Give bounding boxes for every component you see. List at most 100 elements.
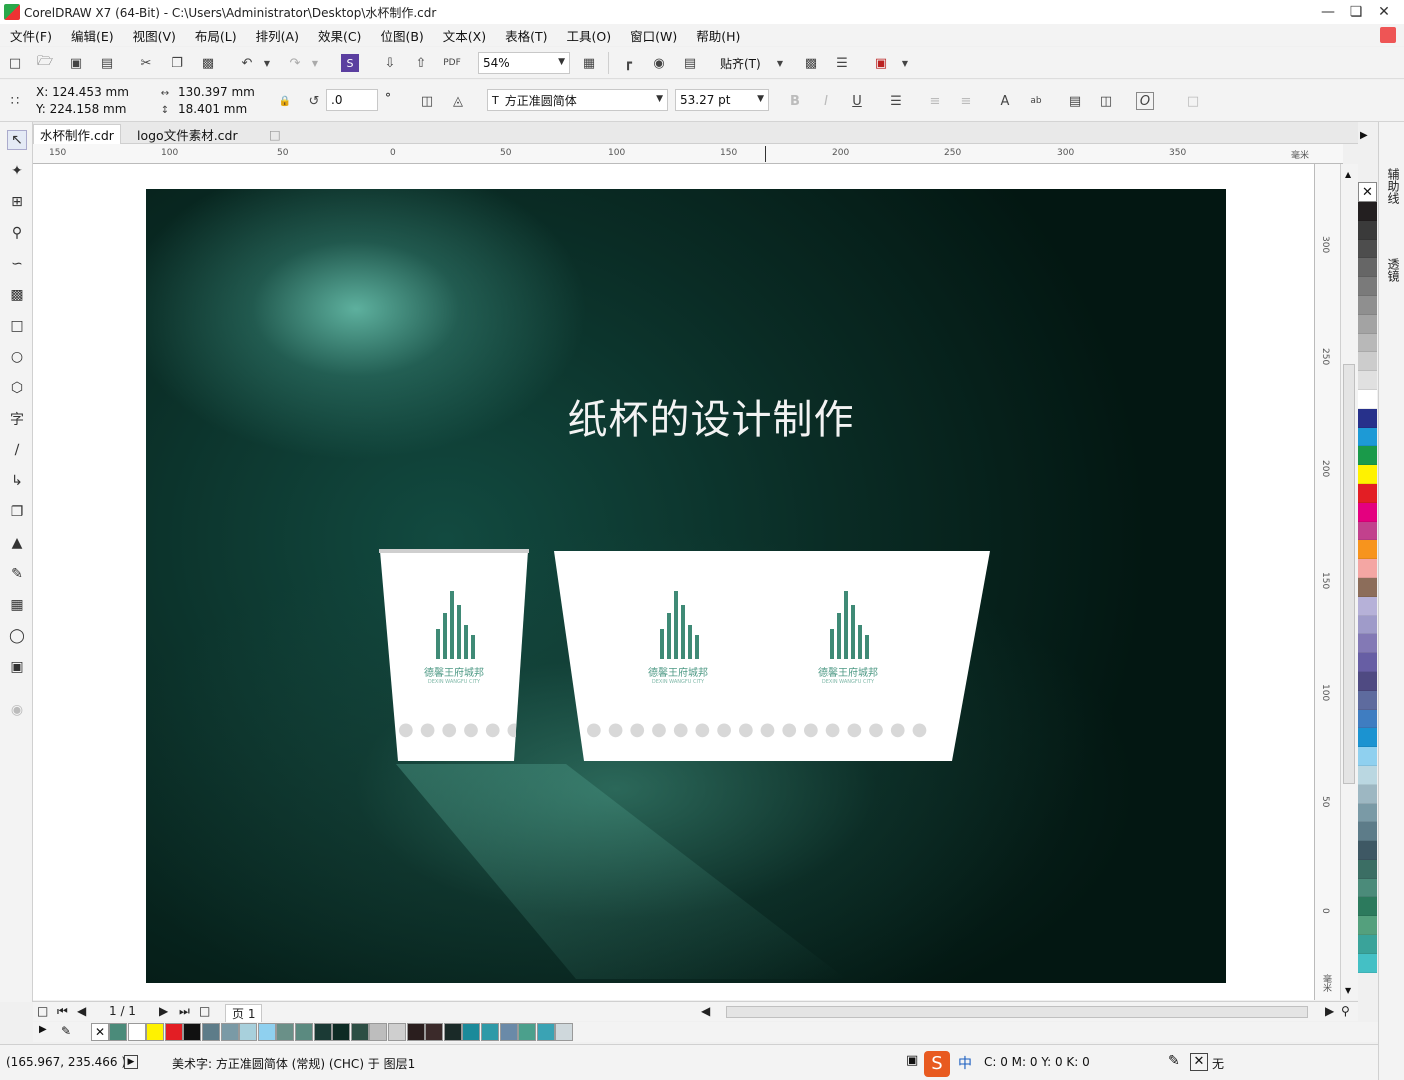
- smart-fill-tool-icon[interactable]: ▩: [7, 285, 27, 305]
- vertical-scroll-thumb[interactable]: [1343, 364, 1355, 784]
- full-screen-icon[interactable]: ▦: [580, 54, 598, 72]
- color-swatch[interactable]: [1358, 258, 1377, 278]
- color-swatch[interactable]: [1358, 502, 1377, 522]
- document-color-swatch[interactable]: [146, 1023, 165, 1041]
- drop-cap-icon[interactable]: ≡: [957, 92, 975, 110]
- logo-template-right[interactable]: 德馨王府城邦 DEXIN WANGFU CITY: [808, 585, 888, 685]
- document-color-swatch[interactable]: [369, 1023, 388, 1041]
- publish-pdf-icon[interactable]: PDF: [443, 54, 461, 72]
- logo-template-left[interactable]: 德馨王府城邦 DEXIN WANGFU CITY: [638, 585, 718, 685]
- color-swatch[interactable]: [1358, 747, 1377, 766]
- close-button[interactable]: ✕: [1370, 0, 1398, 24]
- y-position-field[interactable]: Y: 224.158 mm: [36, 102, 126, 116]
- page-tab-1[interactable]: 页 1: [225, 1004, 263, 1023]
- drop-shadow-tool-icon[interactable]: ❐: [7, 502, 27, 522]
- outline-tool-icon[interactable]: ▣: [7, 657, 27, 677]
- new-tab-icon[interactable]: □: [263, 124, 287, 144]
- color-swatch[interactable]: [1358, 916, 1377, 936]
- view-options-icon[interactable]: ◉: [650, 54, 668, 72]
- color-swatch[interactable]: [1358, 239, 1377, 259]
- document-color-swatch[interactable]: [406, 1023, 425, 1041]
- color-swatch[interactable]: [1358, 540, 1377, 560]
- expand-status-icon[interactable]: ▶: [124, 1055, 138, 1069]
- smart-drawing-tool-icon[interactable]: ◯: [7, 626, 27, 646]
- scroll-right-icon[interactable]: ▶: [1325, 1004, 1334, 1018]
- menu-view[interactable]: 视图(V): [133, 26, 176, 45]
- add-page-icon[interactable]: □: [37, 1004, 48, 1018]
- italic-icon[interactable]: I: [817, 92, 835, 110]
- color-swatch[interactable]: [1358, 803, 1377, 823]
- eyedropper-tool-icon[interactable]: ✎: [7, 564, 27, 584]
- scroll-left-icon[interactable]: ◀: [701, 1004, 710, 1018]
- document-color-swatch[interactable]: [202, 1023, 220, 1041]
- text-tool-icon[interactable]: 字: [7, 409, 27, 429]
- color-swatch[interactable]: [1358, 446, 1377, 466]
- color-swatch[interactable]: [1358, 352, 1377, 372]
- drawing-canvas[interactable]: 纸杯的设计制作 德馨王府城邦 DEXIN WANGFU CITY 德馨王府城邦 …: [33, 164, 1314, 1000]
- color-swatch[interactable]: [1358, 822, 1377, 842]
- copy-icon[interactable]: ❐: [168, 54, 186, 72]
- launcher-dropdown-icon[interactable]: ▼: [896, 54, 914, 72]
- color-swatch[interactable]: [1358, 897, 1377, 917]
- edit-text-icon[interactable]: ab: [1027, 92, 1045, 110]
- color-swatch[interactable]: [1358, 709, 1377, 729]
- menu-bitmaps[interactable]: 位图(B): [380, 26, 423, 45]
- document-color-swatch[interactable]: [388, 1023, 406, 1041]
- document-color-swatch[interactable]: [332, 1023, 351, 1041]
- bold-icon[interactable]: B: [786, 92, 804, 110]
- palette-expand-icon[interactable]: ▶: [1360, 130, 1368, 141]
- add-page-end-icon[interactable]: □: [199, 1004, 210, 1018]
- document-color-swatch[interactable]: [239, 1023, 258, 1041]
- save-icon[interactable]: ▣: [67, 54, 85, 72]
- color-swatch[interactable]: [1358, 295, 1377, 315]
- color-swatch[interactable]: [1358, 784, 1377, 804]
- ellipse-tool-icon[interactable]: ○: [7, 347, 27, 367]
- no-color-swatch[interactable]: ✕: [91, 1023, 109, 1041]
- application-launcher-icon[interactable]: ▣: [872, 54, 890, 72]
- ime-mode-indicator[interactable]: 中: [958, 1053, 972, 1073]
- menu-effects[interactable]: 效果(C): [318, 26, 361, 45]
- document-color-swatch[interactable]: [164, 1023, 183, 1041]
- color-swatch[interactable]: [1358, 671, 1377, 691]
- redo-dropdown-icon[interactable]: ▼: [306, 54, 324, 72]
- camera-icon[interactable]: ▣: [906, 1053, 918, 1068]
- restore-button[interactable]: ❏: [1342, 0, 1370, 24]
- document-color-swatch[interactable]: [313, 1023, 332, 1041]
- add-tool-icon[interactable]: ◉: [7, 700, 27, 720]
- zoom-level-select[interactable]: 54% ▼: [478, 52, 570, 74]
- pick-tool-icon[interactable]: ↖: [7, 130, 27, 150]
- search-content-icon[interactable]: S: [341, 54, 359, 72]
- menu-text[interactable]: 文本(X): [443, 26, 486, 45]
- bullet-list-icon[interactable]: ≡: [926, 92, 944, 110]
- zoom-navigator-icon[interactable]: ⚲: [1341, 1004, 1350, 1018]
- color-swatch[interactable]: [1358, 483, 1377, 503]
- snap-dropdown-icon[interactable]: ▼: [771, 54, 789, 72]
- previous-page-icon[interactable]: ◀: [77, 1004, 86, 1018]
- color-swatch[interactable]: [1358, 841, 1377, 860]
- export-icon[interactable]: ⇧: [412, 54, 430, 72]
- height-field[interactable]: 18.401 mm: [178, 102, 247, 116]
- document-color-swatch[interactable]: [350, 1023, 369, 1041]
- mirror-vertical-icon[interactable]: ◬: [449, 92, 467, 110]
- document-color-swatch[interactable]: [462, 1023, 481, 1041]
- color-swatch[interactable]: [1358, 634, 1377, 654]
- color-swatch[interactable]: [1358, 333, 1377, 353]
- options-icon[interactable]: ☰: [833, 54, 851, 72]
- color-swatch[interactable]: [1358, 690, 1377, 710]
- new-document-icon[interactable]: □: [6, 54, 24, 72]
- document-color-swatch[interactable]: [425, 1023, 444, 1041]
- undo-dropdown-icon[interactable]: ▼: [258, 54, 276, 72]
- color-swatch[interactable]: [1358, 427, 1377, 447]
- color-swatch[interactable]: [1358, 953, 1377, 973]
- menu-table[interactable]: 表格(T): [505, 26, 547, 45]
- rotation-angle-field[interactable]: .0: [326, 89, 378, 111]
- color-swatch[interactable]: [1358, 765, 1377, 785]
- horizontal-text-icon[interactable]: ▤: [1066, 92, 1084, 110]
- outline-pen-icon[interactable]: ✎: [1168, 1053, 1180, 1069]
- palette-menu-icon[interactable]: ▶: [39, 1024, 47, 1035]
- mirror-horizontal-icon[interactable]: ◫: [418, 92, 436, 110]
- first-page-icon[interactable]: ⏮: [57, 1004, 68, 1019]
- document-color-swatch[interactable]: [443, 1023, 462, 1041]
- color-swatch[interactable]: [1358, 314, 1377, 334]
- tab-water-cup[interactable]: 水杯制作.cdr: [33, 124, 121, 144]
